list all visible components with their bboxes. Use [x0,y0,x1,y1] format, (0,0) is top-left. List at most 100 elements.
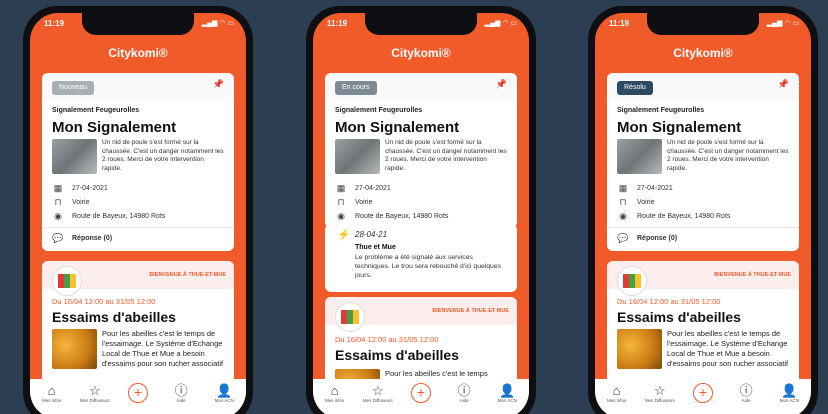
tab-mon-acn[interactable]: 👤 Mon ACN [205,383,243,403]
feed[interactable]: Nouveau 📌 Signalement Feugeurolles Mon S… [42,73,234,401]
bottom-tab-bar: ⌂ Mes infos ☆ Mes Diffuseurs + ⓘ Aide 👤 Mon … [595,379,811,414]
phone-mockup-nouveau: 11:19 ▂▄▆ ◠ ▭ Citykomi® Nouveau 📌 Signal… [23,6,253,414]
response-author: Thue et Mue [355,244,396,251]
report-category: Signalement Feugeurolles [335,107,423,114]
report-description: Un nid de poule s'est formé sur la chaus… [667,139,789,172]
app-title: Citykomi® [673,46,733,60]
welcome-label: BIENVENUE À THUE-ET-MUE [714,272,791,278]
feed[interactable]: En cours 📌 Signalement Feugeurolles Mon … [325,73,517,407]
report-address-row: ◉ Route de Bayeux, 14980 Rots [52,211,224,222]
thue-et-mue-logo [52,266,82,296]
location-pin-icon: ◉ [337,211,345,221]
logo-mark [341,310,359,324]
reply-row[interactable]: 💬 Réponse (0) [52,233,224,244]
bees-photo[interactable] [617,329,662,369]
report-type-row: ⊓ Voirie [52,197,224,208]
road-icon: ⊓ [337,197,345,207]
plus-icon: + [127,383,148,403]
reply-row[interactable]: 💬 Réponse (0) [617,233,789,244]
news-card-header: BIENVENUE À THUE-ET-MUE [42,261,234,296]
app-screen: 11:19 ▂▄▆ ◠ ▭ Citykomi® Résolu 📌 Signale… [595,13,811,414]
phone-notch [82,13,194,35]
tab-mes-diffuseurs[interactable]: ☆ Mes Diffuseurs [76,383,114,403]
tab-aide[interactable]: ⓘ Aide [445,383,483,403]
comment-icon: 💬 [52,233,64,243]
thue-et-mue-logo [335,302,365,332]
location-pin-icon: ◉ [54,211,62,221]
pin-icon[interactable]: 📌 [213,79,224,90]
phone-mockup-resolu: 11:19 ▂▄▆ ◠ ▭ Citykomi® Résolu 📌 Signale… [588,6,818,414]
news-title: Essaims d'abeilles [617,309,741,325]
app-screen: 11:19 ▂▄▆ ◠ ▭ Citykomi® En cours 📌 Signa… [313,13,529,414]
account-icon: 👤 [499,383,516,398]
tab-mes-infos[interactable]: ⌂ Mes infos [316,383,354,403]
app-screen: 11:19 ▂▄▆ ◠ ▭ Citykomi® Nouveau 📌 Signal… [30,13,246,414]
feed[interactable]: Résolu 📌 Signalement Feugeurolles Mon Si… [607,73,799,401]
tab-create[interactable]: + [684,383,722,403]
tab-mes-diffuseurs[interactable]: ☆ Mes Diffuseurs [359,383,397,403]
tab-label: Aide [176,398,186,403]
status-time: 11:19 [44,19,65,28]
tab-mes-infos[interactable]: ⌂ Mes infos [598,383,636,403]
logo-mark [58,274,76,288]
tab-label: Mon ACN [497,398,517,403]
report-photo[interactable] [335,139,380,174]
pin-icon[interactable]: 📌 [496,79,507,90]
bottom-tab-bar: ⌂ Mes infos ☆ Mes Diffuseurs + ⓘ Aide 👤 Mon … [30,379,246,414]
response-card[interactable]: ⚡ 28-04-21 Thue et Mue Le problème a été… [325,224,517,292]
report-date: 27-04-2021 [637,185,673,192]
star-icon: ☆ [653,383,666,398]
status-badge: Nouveau [52,81,95,95]
news-title: Essaims d'abeilles [52,309,176,325]
report-photo[interactable] [52,139,97,174]
report-date: 27-04-2021 [355,185,391,192]
logo-mark [623,274,641,288]
tab-label: Mes infos [41,398,62,403]
report-date-row: ▦ 27-04-2021 [335,183,507,194]
tab-label: Mes Diffuseurs [362,398,393,403]
news-text: Pour les abeilles c'est le temps de l'es… [667,329,789,368]
report-date-row: ▦ 27-04-2021 [52,183,224,194]
report-card[interactable]: Nouveau 📌 Signalement Feugeurolles Mon S… [42,73,234,251]
location-pin-icon: ◉ [619,211,627,221]
tab-label: Mes infos [324,398,345,403]
calendar-icon: ▦ [336,183,346,193]
status-icons: ▂▄▆ ◠ ▭ [201,20,234,27]
home-icon: ⌂ [330,383,339,398]
report-category: Signalement Feugeurolles [617,107,705,114]
plus-icon: + [410,383,431,403]
news-date-range: Du 16/04 12:00 au 31/05 12:00 [335,335,439,344]
tab-create[interactable]: + [402,383,440,403]
tab-aide[interactable]: ⓘ Aide [727,383,765,403]
status-icons: ▂▄▆ ◠ ▭ [484,20,517,27]
bees-photo[interactable] [52,329,97,369]
report-address-row: ◉ Route de Bayeux, 14980 Rots [335,211,507,222]
divider [42,227,234,228]
report-type-row: ⊓ Voirie [617,197,789,208]
report-category: Signalement Feugeurolles [52,107,140,114]
pin-icon[interactable]: 📌 [778,79,789,90]
tab-mes-diffuseurs[interactable]: ☆ Mes Diffuseurs [641,383,679,403]
tab-mon-acn[interactable]: 👤 Mon ACN [770,383,808,403]
tab-mon-acn[interactable]: 👤 Mon ACN [488,383,526,403]
help-icon: ⓘ [174,383,188,398]
welcome-label: BIENVENUE À THUE-ET-MUE [432,308,509,314]
report-title: Mon Signalement [335,119,460,136]
tab-create[interactable]: + [119,383,157,403]
report-card[interactable]: Résolu 📌 Signalement Feugeurolles Mon Si… [607,73,799,251]
tab-label: Mes Diffuseurs [644,398,675,403]
road-icon: ⊓ [619,197,627,207]
news-card-header: BIENVENUE À THUE-ET-MUE [325,297,517,332]
status-badge: Résolu [617,81,653,95]
report-address-row: ◉ Route de Bayeux, 14980 Rots [617,211,789,222]
star-icon: ☆ [88,383,101,398]
tab-mes-infos[interactable]: ⌂ Mes infos [33,383,71,403]
app-title: Citykomi® [391,46,451,60]
tab-label: Mes Diffuseurs [79,398,110,403]
tab-aide[interactable]: ⓘ Aide [162,383,200,403]
status-time: 11:19 [609,19,630,28]
report-photo[interactable] [617,139,662,174]
report-card[interactable]: En cours 📌 Signalement Feugeurolles Mon … [325,73,517,228]
reply-count: Réponse (0) [637,235,678,242]
report-type: Voirie [637,199,655,206]
